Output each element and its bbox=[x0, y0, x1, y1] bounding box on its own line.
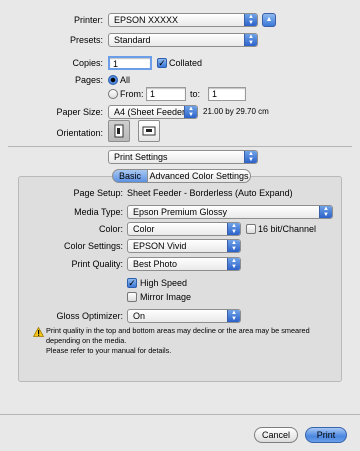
pages-from-label: From: bbox=[120, 89, 144, 99]
popup-arrows-icon: ▲ ▼ bbox=[244, 34, 257, 46]
paper-size-select[interactable]: A4 (Sheet Feeder... ▲ ▼ bbox=[108, 105, 198, 119]
tab-basic[interactable]: Basic bbox=[112, 169, 148, 183]
warning-line-2: depending on the media. bbox=[46, 336, 127, 345]
high-speed-label: High Speed bbox=[140, 278, 188, 288]
expand-disclosure-button[interactable]: ▲ bbox=[262, 13, 276, 27]
high-speed-checkbox[interactable]: ✓ bbox=[127, 278, 137, 288]
cancel-button[interactable]: Cancel bbox=[254, 427, 298, 443]
print-quality-label: Print Quality: bbox=[71, 259, 123, 269]
pages-from-radio[interactable] bbox=[108, 89, 118, 99]
page-setup-label: Page Setup: bbox=[73, 188, 123, 198]
popup-arrows-icon: ▲ ▼ bbox=[244, 151, 257, 163]
color-settings-label: Color Settings: bbox=[63, 241, 123, 251]
section-select[interactable]: Print Settings ▲ ▼ bbox=[108, 150, 258, 164]
portrait-button[interactable] bbox=[108, 120, 130, 142]
popup-arrows-icon: ▲ ▼ bbox=[227, 240, 240, 252]
bottom-divider bbox=[0, 414, 360, 415]
print-button[interactable]: Print bbox=[305, 427, 347, 443]
pages-to-label: to: bbox=[190, 89, 201, 99]
popup-arrows-icon: ▲ ▼ bbox=[184, 106, 197, 118]
print-quality-select[interactable]: Best Photo ▲ ▼ bbox=[127, 257, 241, 271]
popup-arrows-icon: ▲ ▼ bbox=[227, 258, 240, 270]
portrait-icon bbox=[114, 124, 124, 138]
pages-all-label: All bbox=[120, 75, 131, 85]
presets-select[interactable]: Standard ▲ ▼ bbox=[108, 33, 258, 47]
collated-checkbox[interactable]: ✓ bbox=[157, 58, 167, 68]
printer-select[interactable]: EPSON XXXXX ▲ ▼ bbox=[108, 13, 258, 27]
media-type-value: Epson Premium Glossy bbox=[133, 207, 228, 217]
print-quality-value: Best Photo bbox=[133, 259, 178, 269]
page-setup-value: Sheet Feeder - Borderless (Auto Expand) bbox=[127, 188, 293, 198]
popup-arrows-icon: ▲ ▼ bbox=[227, 223, 240, 235]
color-value: Color bbox=[133, 224, 155, 234]
copies-label: Copies: bbox=[72, 58, 103, 68]
media-type-label: Media Type: bbox=[74, 207, 123, 217]
color-select[interactable]: Color ▲ ▼ bbox=[127, 222, 241, 236]
warning-line-1: Print quality in the top and bottom area… bbox=[46, 326, 310, 335]
mirror-image-checkbox[interactable] bbox=[127, 292, 137, 302]
section-value: Print Settings bbox=[114, 152, 168, 162]
top-divider bbox=[8, 146, 352, 147]
color-settings-select[interactable]: EPSON Vivid ▲ ▼ bbox=[127, 239, 241, 253]
printer-label: Printer: bbox=[73, 15, 103, 25]
warning-icon bbox=[33, 327, 44, 337]
paper-size-value: A4 (Sheet Feeder... bbox=[114, 107, 193, 117]
gloss-optimizer-select[interactable]: On ▲ ▼ bbox=[127, 309, 241, 323]
color-settings-value: EPSON Vivid bbox=[133, 241, 187, 251]
popup-arrows-icon: ▲ ▼ bbox=[319, 206, 332, 218]
paper-size-dims: 21.00 by 29.70 cm bbox=[203, 107, 269, 116]
landscape-button[interactable] bbox=[138, 120, 160, 142]
gloss-optimizer-value: On bbox=[133, 311, 146, 321]
pages-all-radio[interactable] bbox=[108, 75, 118, 85]
orientation-label: Orientation: bbox=[56, 128, 103, 138]
warning-message: Print quality in the top and bottom area… bbox=[46, 326, 336, 356]
copies-field[interactable]: 1 bbox=[108, 56, 152, 70]
media-type-select[interactable]: Epson Premium Glossy ▲ ▼ bbox=[127, 205, 333, 219]
collated-label: Collated bbox=[169, 58, 203, 68]
gloss-optimizer-label: Gloss Optimizer: bbox=[56, 311, 123, 321]
bit16-label: 16 bit/Channel bbox=[258, 224, 317, 234]
bit16-checkbox[interactable] bbox=[246, 224, 256, 234]
color-label: Color: bbox=[98, 224, 123, 234]
landscape-icon bbox=[142, 126, 156, 136]
mirror-image-label: Mirror Image bbox=[140, 292, 192, 302]
pages-to-field[interactable]: 1 bbox=[208, 87, 246, 101]
paper-size-label: Paper Size: bbox=[56, 107, 103, 117]
printer-value: EPSON XXXXX bbox=[114, 15, 179, 25]
tab-advanced-color-settings[interactable]: Advanced Color Settings bbox=[147, 169, 251, 183]
popup-arrows-icon: ▲ ▼ bbox=[227, 310, 240, 322]
pages-from-field[interactable]: 1 bbox=[146, 87, 186, 101]
warning-line-3: Please refer to your manual for details. bbox=[46, 346, 172, 355]
presets-label: Presets: bbox=[69, 35, 103, 45]
presets-value: Standard bbox=[114, 35, 151, 45]
pages-label: Pages: bbox=[74, 75, 103, 85]
popup-arrows-icon: ▲ ▼ bbox=[244, 14, 257, 26]
